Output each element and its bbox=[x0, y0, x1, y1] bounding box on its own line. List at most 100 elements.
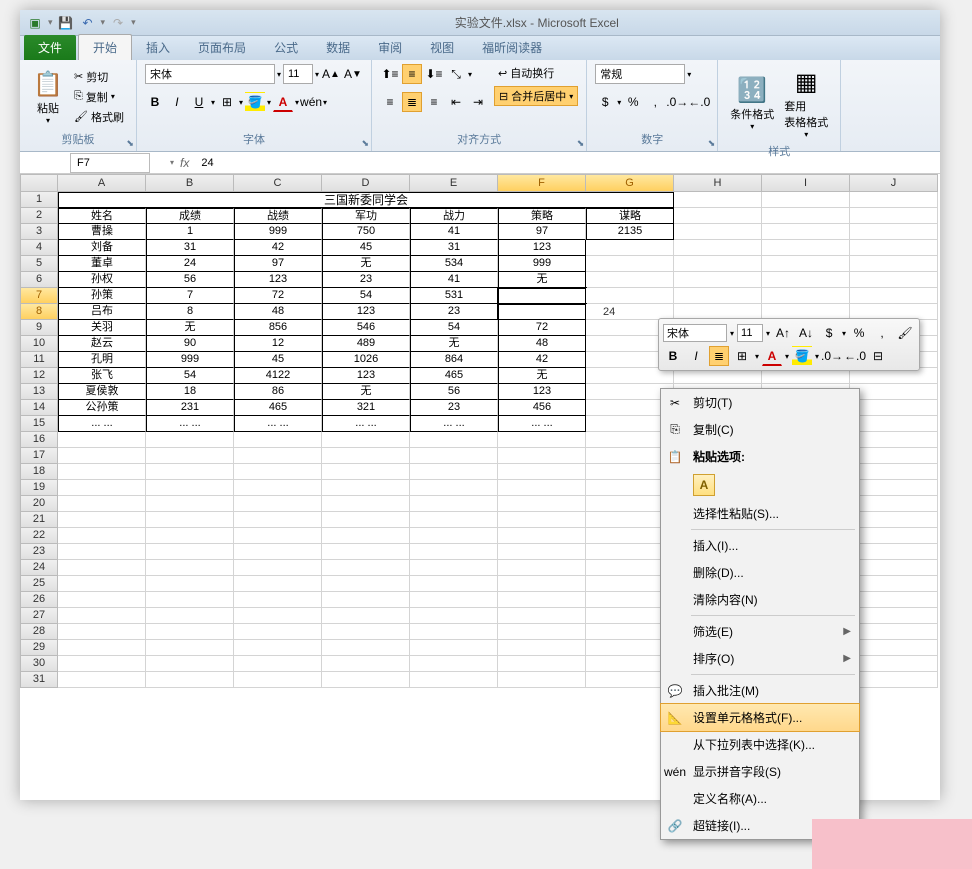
cell[interactable]: 41 bbox=[410, 224, 498, 240]
cell[interactable] bbox=[234, 432, 322, 448]
underline-icon[interactable]: U bbox=[189, 92, 209, 112]
cell[interactable] bbox=[850, 208, 938, 224]
italic-icon[interactable]: I bbox=[167, 92, 187, 112]
cell[interactable] bbox=[58, 656, 146, 672]
cell[interactable] bbox=[322, 592, 410, 608]
cell[interactable]: 90 bbox=[146, 336, 234, 352]
comma-icon[interactable]: , bbox=[645, 92, 665, 112]
cell[interactable]: 321 bbox=[322, 400, 410, 416]
row-head[interactable]: 23 bbox=[20, 544, 58, 560]
cell[interactable] bbox=[850, 240, 938, 256]
wrap-text-button[interactable]: ↩自动换行 bbox=[494, 64, 578, 82]
mini-painter-icon[interactable]: 🖌 bbox=[895, 323, 915, 343]
cell[interactable]: 12 bbox=[234, 336, 322, 352]
align-left-icon[interactable]: ≡ bbox=[380, 92, 400, 112]
cell[interactable] bbox=[58, 464, 146, 480]
mini-comma-icon[interactable]: , bbox=[872, 323, 892, 343]
cell[interactable] bbox=[498, 640, 586, 656]
cell[interactable] bbox=[410, 448, 498, 464]
cell[interactable] bbox=[234, 656, 322, 672]
conditional-format-button[interactable]: 🔢 条件格式▾ bbox=[726, 72, 778, 133]
cell[interactable] bbox=[850, 544, 938, 560]
cell[interactable] bbox=[586, 256, 674, 272]
cell[interactable] bbox=[850, 608, 938, 624]
menu-paste-special[interactable]: 选择性粘贴(S)... bbox=[661, 500, 859, 527]
row-head[interactable]: 16 bbox=[20, 432, 58, 448]
row-head[interactable]: 9 bbox=[20, 320, 58, 336]
cell[interactable] bbox=[762, 208, 850, 224]
mini-center-icon[interactable]: ≣ bbox=[709, 346, 729, 366]
cell[interactable] bbox=[498, 288, 586, 304]
cell[interactable] bbox=[234, 608, 322, 624]
increase-decimal-icon[interactable]: .0→ bbox=[667, 92, 687, 112]
cell[interactable]: 999 bbox=[234, 224, 322, 240]
cell[interactable]: 谋略 bbox=[586, 208, 674, 224]
cell[interactable] bbox=[146, 496, 234, 512]
row-head[interactable]: 12 bbox=[20, 368, 58, 384]
format-as-table-button[interactable]: ▦ 套用 表格格式▾ bbox=[780, 64, 832, 141]
cell[interactable]: 54 bbox=[146, 368, 234, 384]
cell[interactable] bbox=[58, 640, 146, 656]
tab-view[interactable]: 视图 bbox=[416, 35, 468, 60]
cell[interactable] bbox=[234, 544, 322, 560]
border-icon[interactable]: ⊞ bbox=[217, 92, 237, 112]
col-head-f[interactable]: F bbox=[498, 174, 586, 192]
font-expand-icon[interactable]: ⬊ bbox=[361, 138, 369, 149]
paste-button[interactable]: 📋 粘贴 ▾ bbox=[28, 66, 68, 127]
mini-dec-decimal-icon[interactable]: ←.0 bbox=[845, 346, 865, 366]
menu-sort[interactable]: 排序(O)▶ bbox=[661, 645, 859, 672]
cell[interactable]: 123 bbox=[322, 304, 410, 320]
cell[interactable] bbox=[674, 256, 762, 272]
cell[interactable] bbox=[58, 560, 146, 576]
row-head[interactable]: 29 bbox=[20, 640, 58, 656]
cell[interactable]: 无 bbox=[498, 368, 586, 384]
cell[interactable]: 41 bbox=[410, 272, 498, 288]
cell[interactable]: 42 bbox=[234, 240, 322, 256]
cell[interactable] bbox=[234, 592, 322, 608]
cell[interactable] bbox=[762, 240, 850, 256]
cell[interactable] bbox=[850, 400, 938, 416]
cell[interactable] bbox=[762, 224, 850, 240]
cell[interactable] bbox=[850, 288, 938, 304]
cell[interactable] bbox=[410, 656, 498, 672]
cell[interactable] bbox=[674, 288, 762, 304]
row-head[interactable]: 17 bbox=[20, 448, 58, 464]
mini-accounting-icon[interactable]: $ bbox=[819, 323, 839, 343]
cell[interactable] bbox=[850, 512, 938, 528]
decrease-indent-icon[interactable]: ⇤ bbox=[446, 92, 466, 112]
increase-indent-icon[interactable]: ⇥ bbox=[468, 92, 488, 112]
cell[interactable]: 张飞 bbox=[58, 368, 146, 384]
menu-clear[interactable]: 清除内容(N) bbox=[661, 586, 859, 613]
mini-font-size[interactable] bbox=[737, 324, 763, 342]
cell[interactable]: 1026 bbox=[322, 352, 410, 368]
cell[interactable] bbox=[146, 544, 234, 560]
row-head[interactable]: 4 bbox=[20, 240, 58, 256]
cell[interactable] bbox=[58, 608, 146, 624]
cell[interactable] bbox=[850, 592, 938, 608]
cell[interactable] bbox=[58, 624, 146, 640]
cell[interactable] bbox=[850, 528, 938, 544]
cell[interactable]: 无 bbox=[410, 336, 498, 352]
cell[interactable]: 无 bbox=[322, 256, 410, 272]
cell[interactable]: 72 bbox=[498, 320, 586, 336]
cell[interactable]: 战力 bbox=[410, 208, 498, 224]
cell[interactable]: 军功 bbox=[322, 208, 410, 224]
cell[interactable] bbox=[146, 656, 234, 672]
cell[interactable] bbox=[410, 464, 498, 480]
redo-icon[interactable]: ↷ bbox=[109, 14, 127, 32]
cell[interactable] bbox=[410, 512, 498, 528]
cell[interactable] bbox=[322, 624, 410, 640]
cell[interactable] bbox=[234, 512, 322, 528]
cell[interactable] bbox=[498, 608, 586, 624]
row-head[interactable]: 14 bbox=[20, 400, 58, 416]
col-head-h[interactable]: H bbox=[674, 174, 762, 192]
col-head-j[interactable]: J bbox=[850, 174, 938, 192]
mini-percent-icon[interactable]: % bbox=[849, 323, 869, 343]
cell[interactable] bbox=[850, 192, 938, 208]
cell[interactable]: 465 bbox=[410, 368, 498, 384]
decrease-font-icon[interactable]: A▼ bbox=[343, 64, 363, 84]
cell[interactable] bbox=[410, 544, 498, 560]
cell[interactable] bbox=[850, 480, 938, 496]
cell[interactable] bbox=[410, 496, 498, 512]
cell[interactable]: 546 bbox=[322, 320, 410, 336]
